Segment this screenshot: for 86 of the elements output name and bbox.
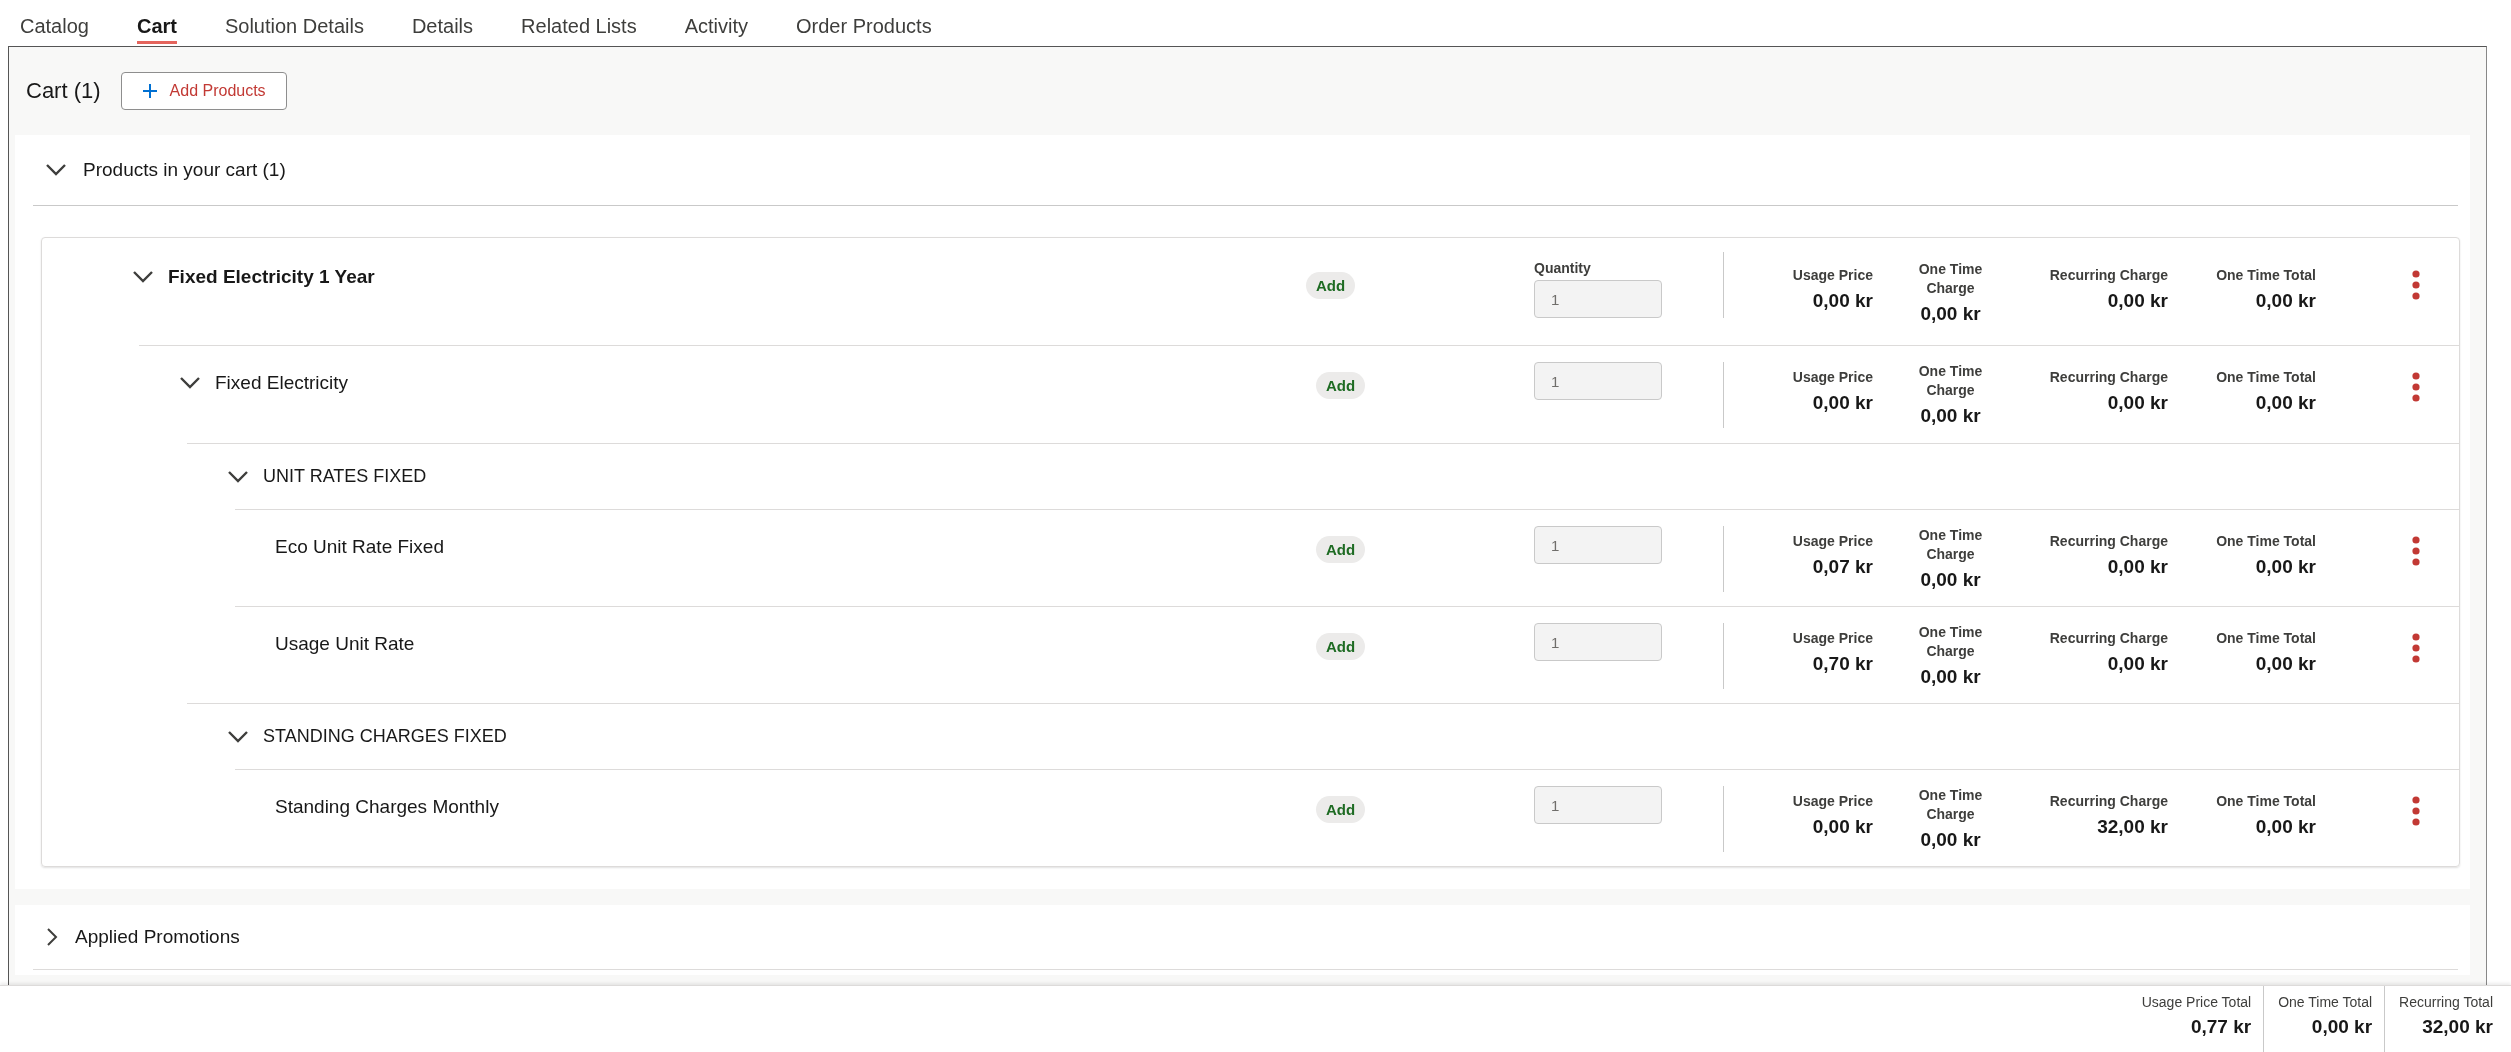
quantity-field[interactable]: 1 [1534, 362, 1662, 400]
total-value: 32,00 kr [2422, 1016, 2493, 1038]
price-value: 0,00 kr [2107, 556, 2168, 578]
product-chevron-icon[interactable] [179, 376, 201, 390]
tab[interactable]: Catalog [20, 0, 89, 44]
tab[interactable]: Related Lists [521, 0, 637, 44]
product-name: Eco Unit Rate Fixed [275, 536, 444, 558]
price-value: 0,00 kr [2255, 816, 2316, 838]
price-label: Recurring Charge [2049, 792, 2168, 811]
tab[interactable]: Solution Details [224, 0, 364, 44]
total-label: One Time Total [2278, 994, 2373, 1010]
status-badge: Add [1316, 633, 1366, 660]
price-value: 0,00 kr [1812, 816, 1873, 838]
quantity-field[interactable]: 1 [1534, 280, 1662, 318]
total-value: 0,77 kr [2190, 1016, 2252, 1038]
status-badge: Add [1306, 272, 1356, 299]
price-value: 0,00 kr [2255, 556, 2316, 578]
section-title: Applied Promotions [75, 926, 240, 948]
price-label: Recurring Charge [2049, 629, 2168, 648]
price-label: One Time Charge [1917, 526, 1984, 564]
product-name: Fixed Electricity 1 Year [168, 266, 375, 288]
tab[interactable]: Details [411, 0, 474, 44]
group-chevron-icon[interactable] [227, 729, 249, 744]
section-title: Products in your cart (1) [83, 159, 286, 181]
quantity-field[interactable]: 1 [1534, 786, 1662, 824]
price-label: One Time Total [2216, 532, 2316, 551]
group-name: UNIT RATES FIXED [263, 466, 427, 487]
price-value: 32,00 kr [2097, 816, 2168, 838]
price-label: Recurring Charge [2049, 368, 2168, 387]
total-label: Usage Price Total [2141, 994, 2252, 1010]
status-badge: Add [1316, 372, 1366, 399]
price-label: Usage Price [1792, 368, 1873, 387]
status-badge: Add [1316, 536, 1366, 563]
more-actions-icon[interactable] [2412, 796, 2420, 826]
quantity-field[interactable]: 1 [1534, 623, 1662, 661]
status-badge: Add [1316, 796, 1366, 823]
more-actions-icon[interactable] [2412, 372, 2420, 402]
price-value: 0,70 kr [1812, 653, 1873, 675]
price-value: 0,00 kr [2255, 290, 2316, 312]
add-products-button[interactable]: Add Products [120, 72, 287, 110]
tab[interactable]: Activity [684, 0, 749, 44]
price-value: 0,00 kr [2255, 653, 2316, 675]
section-chevron-icon[interactable] [45, 927, 59, 947]
group-chevron-icon[interactable] [227, 469, 249, 484]
price-label: One Time Total [2216, 792, 2316, 811]
product-chevron-icon[interactable] [132, 270, 154, 284]
price-label: One Time Charge [1917, 786, 1984, 824]
price-label: Usage Price [1792, 532, 1873, 551]
price-label: One Time Charge [1917, 260, 1984, 298]
more-actions-icon[interactable] [2412, 536, 2420, 566]
total-label: Recurring Total [2399, 994, 2493, 1010]
price-value: 0,00 kr [1920, 303, 1981, 325]
price-value: 0,00 kr [1812, 290, 1873, 312]
price-label: Recurring Charge [2049, 532, 2168, 551]
price-value: 0,00 kr [2107, 290, 2168, 312]
price-label: Usage Price [1792, 266, 1873, 285]
tab[interactable]: Order Products [796, 0, 932, 44]
price-value: 0,00 kr [2107, 392, 2168, 414]
group-name: STANDING CHARGES FIXED [263, 726, 507, 747]
more-actions-icon[interactable] [2412, 633, 2420, 663]
price-value: 0,00 kr [1812, 392, 1873, 414]
price-value: 0,00 kr [2255, 392, 2316, 414]
price-label: One Time Charge [1917, 623, 1984, 661]
price-label: Usage Price [1792, 629, 1873, 648]
price-label: One Time Charge [1917, 362, 1984, 400]
price-value: 0,00 kr [1920, 666, 1981, 688]
more-actions-icon[interactable] [2412, 270, 2420, 300]
price-label: Recurring Charge [2049, 266, 2168, 285]
total-value: 0,00 kr [2311, 1016, 2373, 1038]
price-label: One Time Total [2216, 629, 2316, 648]
price-value: 0,00 kr [1920, 405, 1981, 427]
quantity-label: Quantity [1534, 260, 1592, 276]
plus-icon [141, 83, 158, 99]
price-value: 0,00 kr [2107, 653, 2168, 675]
product-name: Usage Unit Rate [275, 633, 415, 655]
product-name: Fixed Electricity [215, 372, 349, 394]
price-value: 0,00 kr [1920, 569, 1981, 591]
price-value: 0,07 kr [1812, 556, 1873, 578]
product-name: Standing Charges Monthly [275, 796, 499, 818]
price-value: 0,00 kr [1920, 829, 1981, 851]
section-chevron-icon[interactable] [45, 163, 67, 177]
quantity-field[interactable]: 1 [1534, 526, 1662, 564]
price-label: One Time Total [2216, 368, 2316, 387]
price-label: One Time Total [2216, 266, 2316, 285]
price-label: Usage Price [1792, 792, 1873, 811]
cart-title: Cart (1) [26, 78, 101, 104]
